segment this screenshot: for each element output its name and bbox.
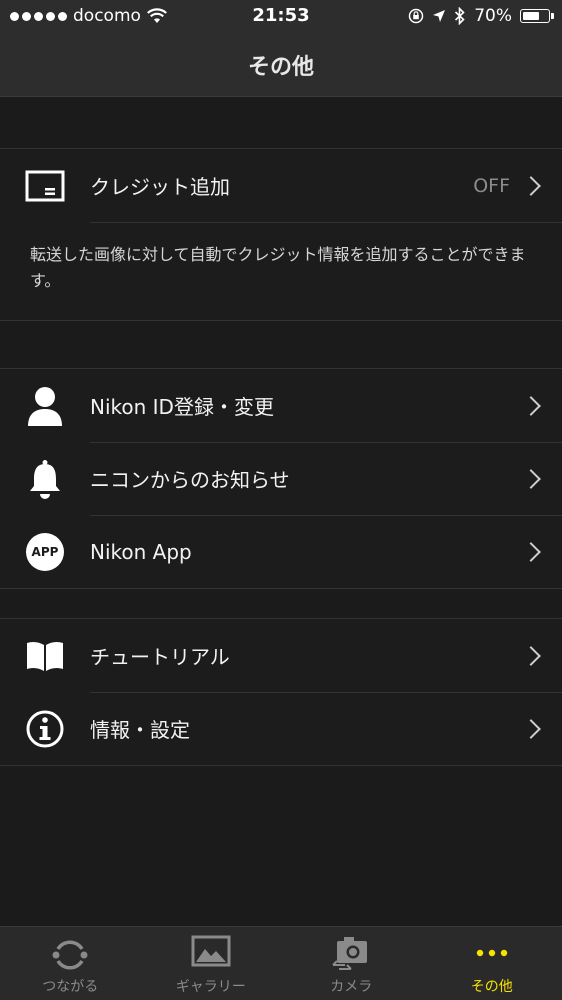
more-icon <box>476 949 507 957</box>
menu-item-label: Nikon ID登録・変更 <box>90 395 274 419</box>
menu-group-1: Nikon ID登録・変更 ニコンからのお知らせ APP Nikon App <box>0 368 562 589</box>
menu-item-label: チュートリアル <box>90 645 230 669</box>
tab-camera[interactable]: カメラ <box>281 927 422 1000</box>
bluetooth-icon <box>455 7 465 25</box>
bell-icon <box>25 459 65 499</box>
gallery-icon <box>191 935 231 967</box>
credit-label: クレジット追加 <box>90 175 230 199</box>
credit-icon <box>25 166 65 206</box>
battery-icon <box>520 9 554 23</box>
info-icon <box>25 709 65 749</box>
chevron-right-icon <box>521 645 541 666</box>
tab-label: カメラ <box>330 979 373 995</box>
credit-section: クレジット追加 OFF 転送した画像に対して自動でクレジット情報を追加することが… <box>0 148 562 321</box>
menu-item-nikon-app[interactable]: APP Nikon App <box>0 515 562 588</box>
credit-row[interactable]: クレジット追加 OFF <box>0 149 562 222</box>
connect-icon <box>52 940 88 970</box>
credit-value: OFF <box>473 174 510 197</box>
chevron-right-icon <box>521 175 541 196</box>
camera-icon <box>332 937 368 970</box>
tab-connect[interactable]: つながる <box>0 927 141 1000</box>
tab-label: その他 <box>470 979 513 995</box>
tab-more[interactable]: その他 <box>422 927 562 1000</box>
menu-item-label: 情報・設定 <box>90 718 190 742</box>
chevron-right-icon <box>521 468 541 489</box>
nav-bar: その他 <box>0 33 562 97</box>
page-title: その他 <box>247 54 314 80</box>
book-icon <box>25 636 65 676</box>
credit-description-wrap: 転送した画像に対して自動でクレジット情報を追加することができます。 <box>0 222 562 320</box>
app-badge: APP <box>31 544 59 559</box>
menu-item-tutorial[interactable]: チュートリアル <box>0 619 562 692</box>
tab-bar: つながる ギャラリー カメラ その他 <box>0 926 562 1000</box>
app-icon: APP <box>25 532 65 572</box>
menu-item-news[interactable]: ニコンからのお知らせ <box>0 442 562 515</box>
location-icon <box>433 10 446 22</box>
tab-label: つながる <box>42 979 99 995</box>
menu-item-label: Nikon App <box>90 539 192 564</box>
battery-percent: 70% <box>474 6 512 26</box>
chevron-right-icon <box>521 395 541 416</box>
menu-item-label: ニコンからのお知らせ <box>90 468 290 492</box>
person-icon <box>25 386 65 426</box>
tab-label: ギャラリー <box>175 979 246 995</box>
menu-group-2: チュートリアル 情報・設定 <box>0 618 562 766</box>
chevron-right-icon <box>521 718 541 739</box>
menu-item-settings[interactable]: 情報・設定 <box>0 692 562 765</box>
tab-gallery[interactable]: ギャラリー <box>141 927 282 1000</box>
status-bar: docomo 21:53 70% <box>0 0 562 33</box>
chevron-right-icon <box>521 541 541 562</box>
menu-item-nikon-id[interactable]: Nikon ID登録・変更 <box>0 369 562 442</box>
credit-description: 転送した画像に対して自動でクレジット情報を追加することができます。 <box>30 245 526 290</box>
orientation-lock-icon <box>408 8 424 24</box>
